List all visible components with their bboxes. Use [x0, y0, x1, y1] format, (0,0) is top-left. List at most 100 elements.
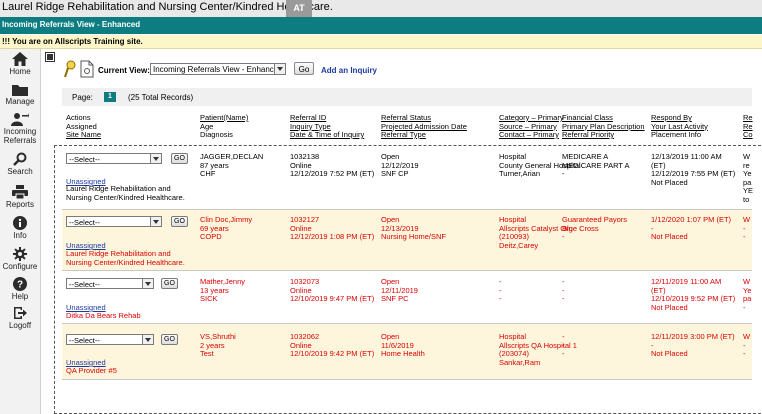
header-referral-priority[interactable]: Referral Priority — [562, 130, 645, 140]
folder-icon — [12, 85, 28, 96]
sidebar-item-label: Home — [9, 67, 31, 76]
action-select-value: --Select-- — [69, 218, 100, 227]
site-name: Ditka Da Bears Rehab — [66, 311, 141, 320]
sidebar-item-label: Reports — [5, 200, 34, 209]
site-name: QA Provider #5 — [66, 366, 117, 375]
col-financial: Financial Class Primary Plan Description… — [562, 113, 645, 140]
action-select[interactable]: --Select-- — [66, 278, 154, 289]
page-label: Page: — [72, 93, 93, 102]
logoff-icon — [14, 307, 27, 319]
action-select[interactable]: --Select-- — [66, 216, 162, 227]
table-row[interactable]: --Select-- GO Unassigned QA Provider #5 … — [62, 324, 752, 380]
training-notice-bar: !!! You are on Allscripts Training site. — [0, 35, 762, 49]
action-select-value: --Select-- — [69, 155, 100, 164]
referral-cell: 1032073 Online 12/10/2019 9:47 PM (ET) — [290, 277, 375, 303]
page-number[interactable]: 1 — [104, 92, 116, 102]
sidebar: Home Manage Incoming Referrals Search Re… — [0, 49, 41, 414]
view-go-button[interactable]: Go — [294, 62, 314, 75]
financial-cell: Guaranteed Payors Blue Cross - — [562, 215, 628, 241]
view-toolbar: Current View: Incoming Referrals View - … — [62, 58, 752, 80]
sidebar-item-search[interactable]: Search — [0, 152, 40, 176]
pager: Page: 1 (25 Total Records) — [62, 88, 752, 106]
patient-cell: Clin Doc,Jimmy 69 years COPD — [200, 215, 253, 241]
current-view-label: Current View: — [98, 66, 150, 75]
svg-text:?: ? — [17, 280, 23, 291]
header-referral-type[interactable]: Referral Type — [381, 130, 467, 140]
col-extra: Re Re Co — [743, 113, 753, 140]
referrals-icon — [11, 113, 29, 126]
sidebar-item-home[interactable]: Home — [0, 52, 40, 76]
add-inquiry-link[interactable]: Add an Inquiry — [321, 66, 377, 75]
sidebar-item-incoming-referrals[interactable]: Incoming Referrals — [0, 112, 40, 145]
status-cell: Open 12/11/2019 SNF PC — [381, 277, 418, 303]
header-inquiry-date[interactable]: Date & Time of Inquiry — [290, 130, 364, 140]
row-go-button[interactable]: GO — [171, 216, 188, 227]
magnifier-icon[interactable] — [64, 60, 76, 78]
table-row[interactable]: --Select-- GO Unassigned Laurel Ridge Re… — [62, 150, 754, 210]
category-cell: --- — [499, 277, 502, 303]
respond-cell: 12/11/2019 11:00 AM (ET) 12/10/2019 9:52 P… — [651, 277, 736, 312]
header-diagnosis: Diagnosis — [200, 130, 233, 139]
search-icon — [13, 152, 27, 166]
col-status: Referral Status Projected Admission Date… — [381, 113, 467, 140]
sidebar-item-label: Info — [13, 231, 27, 240]
col-actions: Actions Assigned Site Name — [66, 113, 101, 140]
referral-cell: 1032127 Online 12/12/2019 1:08 PM (ET) — [290, 215, 375, 241]
sidebar-item-label: Search — [7, 167, 33, 176]
row-go-button[interactable]: GO — [161, 278, 178, 289]
sidebar-item-label: Logoff — [8, 321, 32, 330]
action-select[interactable]: --Select-- — [66, 153, 162, 164]
user-badge[interactable]: AT — [286, 0, 312, 17]
printer-icon — [12, 185, 28, 199]
gear-icon — [13, 247, 27, 261]
sidebar-item-label: Manage — [5, 97, 35, 106]
table-row[interactable]: --Select-- GO Unassigned Ditka Da Bears … — [62, 271, 752, 324]
header-site-name[interactable]: Site Name — [66, 130, 101, 140]
chevron-down-icon — [150, 154, 161, 163]
training-notice: !!! You are on Allscripts Training site. — [2, 37, 143, 46]
header-contact[interactable]: Contact – Primary — [499, 130, 564, 140]
sidebar-item-label: Incoming Referrals — [3, 127, 37, 145]
sidebar-item-manage[interactable]: Manage — [0, 84, 40, 106]
sidebar-item-logoff[interactable]: Logoff — [0, 306, 40, 330]
financial-cell: MEDICARE A MEDICARE PART A- — [562, 152, 630, 178]
referral-cell: 1032138 Online 12/12/2019 7:52 PM (ET) — [290, 152, 375, 178]
sidebar-item-label: Configure — [2, 262, 38, 271]
patient-cell: JAGGER,DECLAN 87 years CHF — [200, 152, 264, 178]
chevron-down-icon — [142, 279, 153, 288]
document-icon[interactable] — [80, 60, 94, 78]
chevron-down-icon — [274, 64, 285, 74]
site-name: Laurel Ridge Rehabilitation and Nursing C… — [66, 184, 185, 202]
view-title: Incoming Referrals View - Enhanced — [2, 20, 141, 29]
referral-cell: 1032062 Online 12/10/2019 9:42 PM (ET) — [290, 332, 375, 358]
current-view-select[interactable]: Incoming Referrals View - Enhanced — [150, 63, 286, 75]
respond-cell: 1/12/2020 1:07 PM (ET) - Not Placed — [651, 215, 732, 241]
current-view-value: Incoming Referrals View - Enhanced — [153, 65, 283, 74]
category-cell: Hospital Allscripts QA Hospital 1 (203074)… — [499, 332, 577, 367]
org-name: Laurel Ridge Rehabilitation and Nursing … — [2, 1, 333, 13]
respond-cell: 12/11/2019 3:00 PM (ET) - Not Placed — [651, 332, 735, 358]
status-cell: Open 11/6/2019 Home Health — [381, 332, 425, 358]
patient-cell: VS,Shruthi 2 years Test — [200, 332, 236, 358]
collapse-panel-toggle[interactable] — [45, 52, 55, 62]
sidebar-item-configure[interactable]: Configure — [0, 247, 40, 271]
financial-cell: --- — [562, 332, 565, 358]
sidebar-item-info[interactable]: Info — [0, 216, 40, 240]
action-select[interactable]: --Select-- — [66, 334, 154, 345]
row-go-button[interactable]: GO — [161, 334, 178, 345]
extra-cell: Wre Ye pa YE to — [743, 152, 754, 204]
respond-cell: 12/13/2019 11:00 AM (ET) 12/12/2019 7:55 P… — [651, 152, 736, 187]
row-go-button[interactable]: GO — [171, 153, 188, 164]
extra-cell: W-- — [743, 332, 751, 358]
sidebar-item-reports[interactable]: Reports — [0, 185, 40, 209]
header-extra-3[interactable]: Co — [743, 130, 753, 140]
extra-cell: W Ye pa - — [743, 277, 752, 312]
financial-cell: --- — [562, 277, 565, 303]
col-category: Category – Primary Source – Primary Cont… — [499, 113, 564, 140]
table-row[interactable]: --Select-- GO Unassigned Laurel Ridge Re… — [62, 210, 752, 271]
home-icon — [12, 52, 28, 66]
info-icon — [13, 216, 27, 230]
status-cell: Open 12/12/2019 SNF CP — [381, 152, 419, 178]
sidebar-item-help[interactable]: ? Help — [0, 277, 40, 301]
action-select-value: --Select-- — [69, 280, 100, 289]
